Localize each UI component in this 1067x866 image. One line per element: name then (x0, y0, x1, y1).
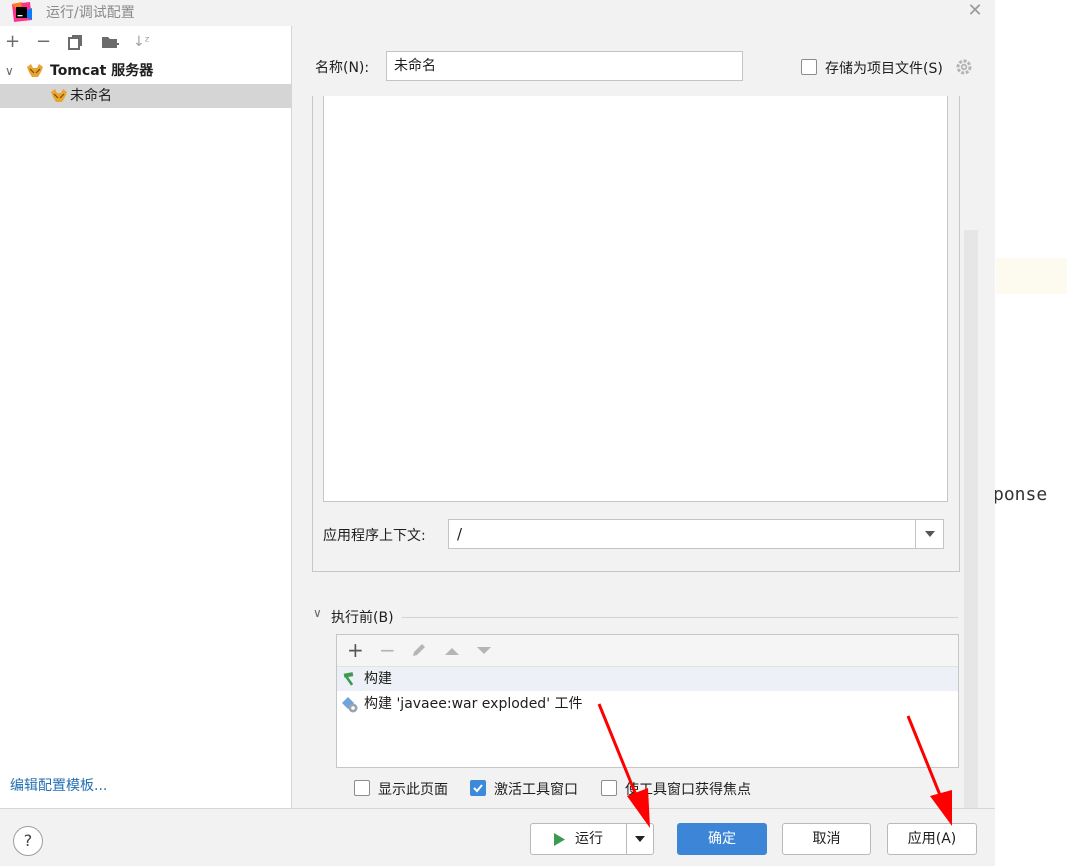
tree-group-tomcat[interactable]: ∨ Tomcat 服务器 (0, 59, 292, 83)
before-launch-toolbar: + − (337, 635, 958, 667)
checkmark-icon (473, 784, 483, 793)
sort-icon[interactable]: ↓ᶻ (133, 32, 150, 52)
remove-icon[interactable]: − (379, 639, 396, 661)
activate-tool-window-checkbox[interactable] (470, 780, 486, 796)
chevron-down-icon[interactable]: ∨ (313, 606, 322, 620)
add-icon[interactable]: + (5, 32, 20, 52)
close-icon[interactable]: ✕ (966, 0, 984, 21)
chevron-down-icon[interactable]: ∨ (5, 59, 14, 83)
annotation-arrow-run-dropdown (597, 703, 650, 828)
show-page-checkbox[interactable] (354, 780, 370, 796)
task-label: 构建 'javaee:war exploded' 工件 (364, 696, 583, 712)
list-item[interactable]: 构建 (337, 667, 958, 691)
tomcat-icon (51, 89, 67, 102)
play-icon (554, 833, 565, 846)
new-folder-icon[interactable] (101, 34, 119, 50)
tomcat-icon (27, 64, 43, 77)
dialog-button-bar: ? 运行 确定 取消 应用(A) (0, 808, 995, 866)
dropdown-arrow-icon (635, 836, 645, 842)
ok-button[interactable]: 确定 (677, 823, 767, 855)
dropdown-arrow-icon (925, 531, 935, 537)
move-up-icon[interactable] (444, 646, 460, 656)
tree-group-label: Tomcat 服务器 (50, 63, 154, 79)
intellij-app-icon (12, 2, 32, 22)
hammer-icon (343, 672, 354, 686)
task-label: 构建 (364, 671, 392, 687)
move-down-icon[interactable] (476, 646, 492, 656)
artifact-icon (342, 697, 358, 713)
background-editor-highlight-line (996, 258, 1067, 294)
deployment-list[interactable] (323, 96, 948, 502)
cancel-button[interactable]: 取消 (782, 823, 871, 855)
gear-icon[interactable] (955, 58, 973, 76)
remove-icon[interactable]: − (36, 32, 51, 52)
tree-item-unnamed[interactable]: 未命名 (0, 84, 292, 108)
store-as-project-file-label: 存储为项目文件(S) (825, 61, 943, 77)
background-editor-text: ponse (993, 484, 1048, 505)
edit-config-templates-link[interactable]: 编辑配置模板... (10, 775, 107, 795)
name-label: 名称(N): (315, 60, 370, 76)
store-as-project-file-checkbox[interactable] (801, 59, 817, 75)
activate-tool-window-label: 激活工具窗口 (494, 782, 578, 798)
app-context-dropdown-button[interactable] (915, 520, 943, 548)
edit-icon[interactable] (411, 642, 427, 658)
before-launch-section-label[interactable]: 执行前(B) (331, 607, 394, 627)
section-divider (402, 617, 958, 618)
help-button[interactable]: ? (13, 826, 43, 856)
copy-icon[interactable] (68, 34, 84, 50)
annotation-arrow-apply (906, 715, 952, 826)
app-context-value: / (457, 525, 463, 543)
app-context-label: 应用程序上下文: (323, 528, 426, 544)
add-icon[interactable]: + (347, 639, 364, 661)
config-tree-panel: + − ↓ᶻ ∨ Tomcat 服务器 未命名 编辑配置模板... (0, 26, 292, 808)
run-debug-config-dialog: 运行/调试配置 ✕ + − ↓ᶻ ∨ Tomcat 服务器 未命名 编辑配置模板… (0, 0, 995, 866)
window-title: 运行/调试配置 (46, 5, 135, 21)
name-input[interactable]: 未命名 (386, 51, 743, 81)
background-editor (996, 0, 1067, 866)
title-bar: 运行/调试配置 ✕ (0, 0, 995, 26)
show-page-label: 显示此页面 (378, 782, 448, 798)
tree-item-label: 未命名 (70, 88, 112, 104)
app-context-combo[interactable]: / (448, 519, 944, 549)
